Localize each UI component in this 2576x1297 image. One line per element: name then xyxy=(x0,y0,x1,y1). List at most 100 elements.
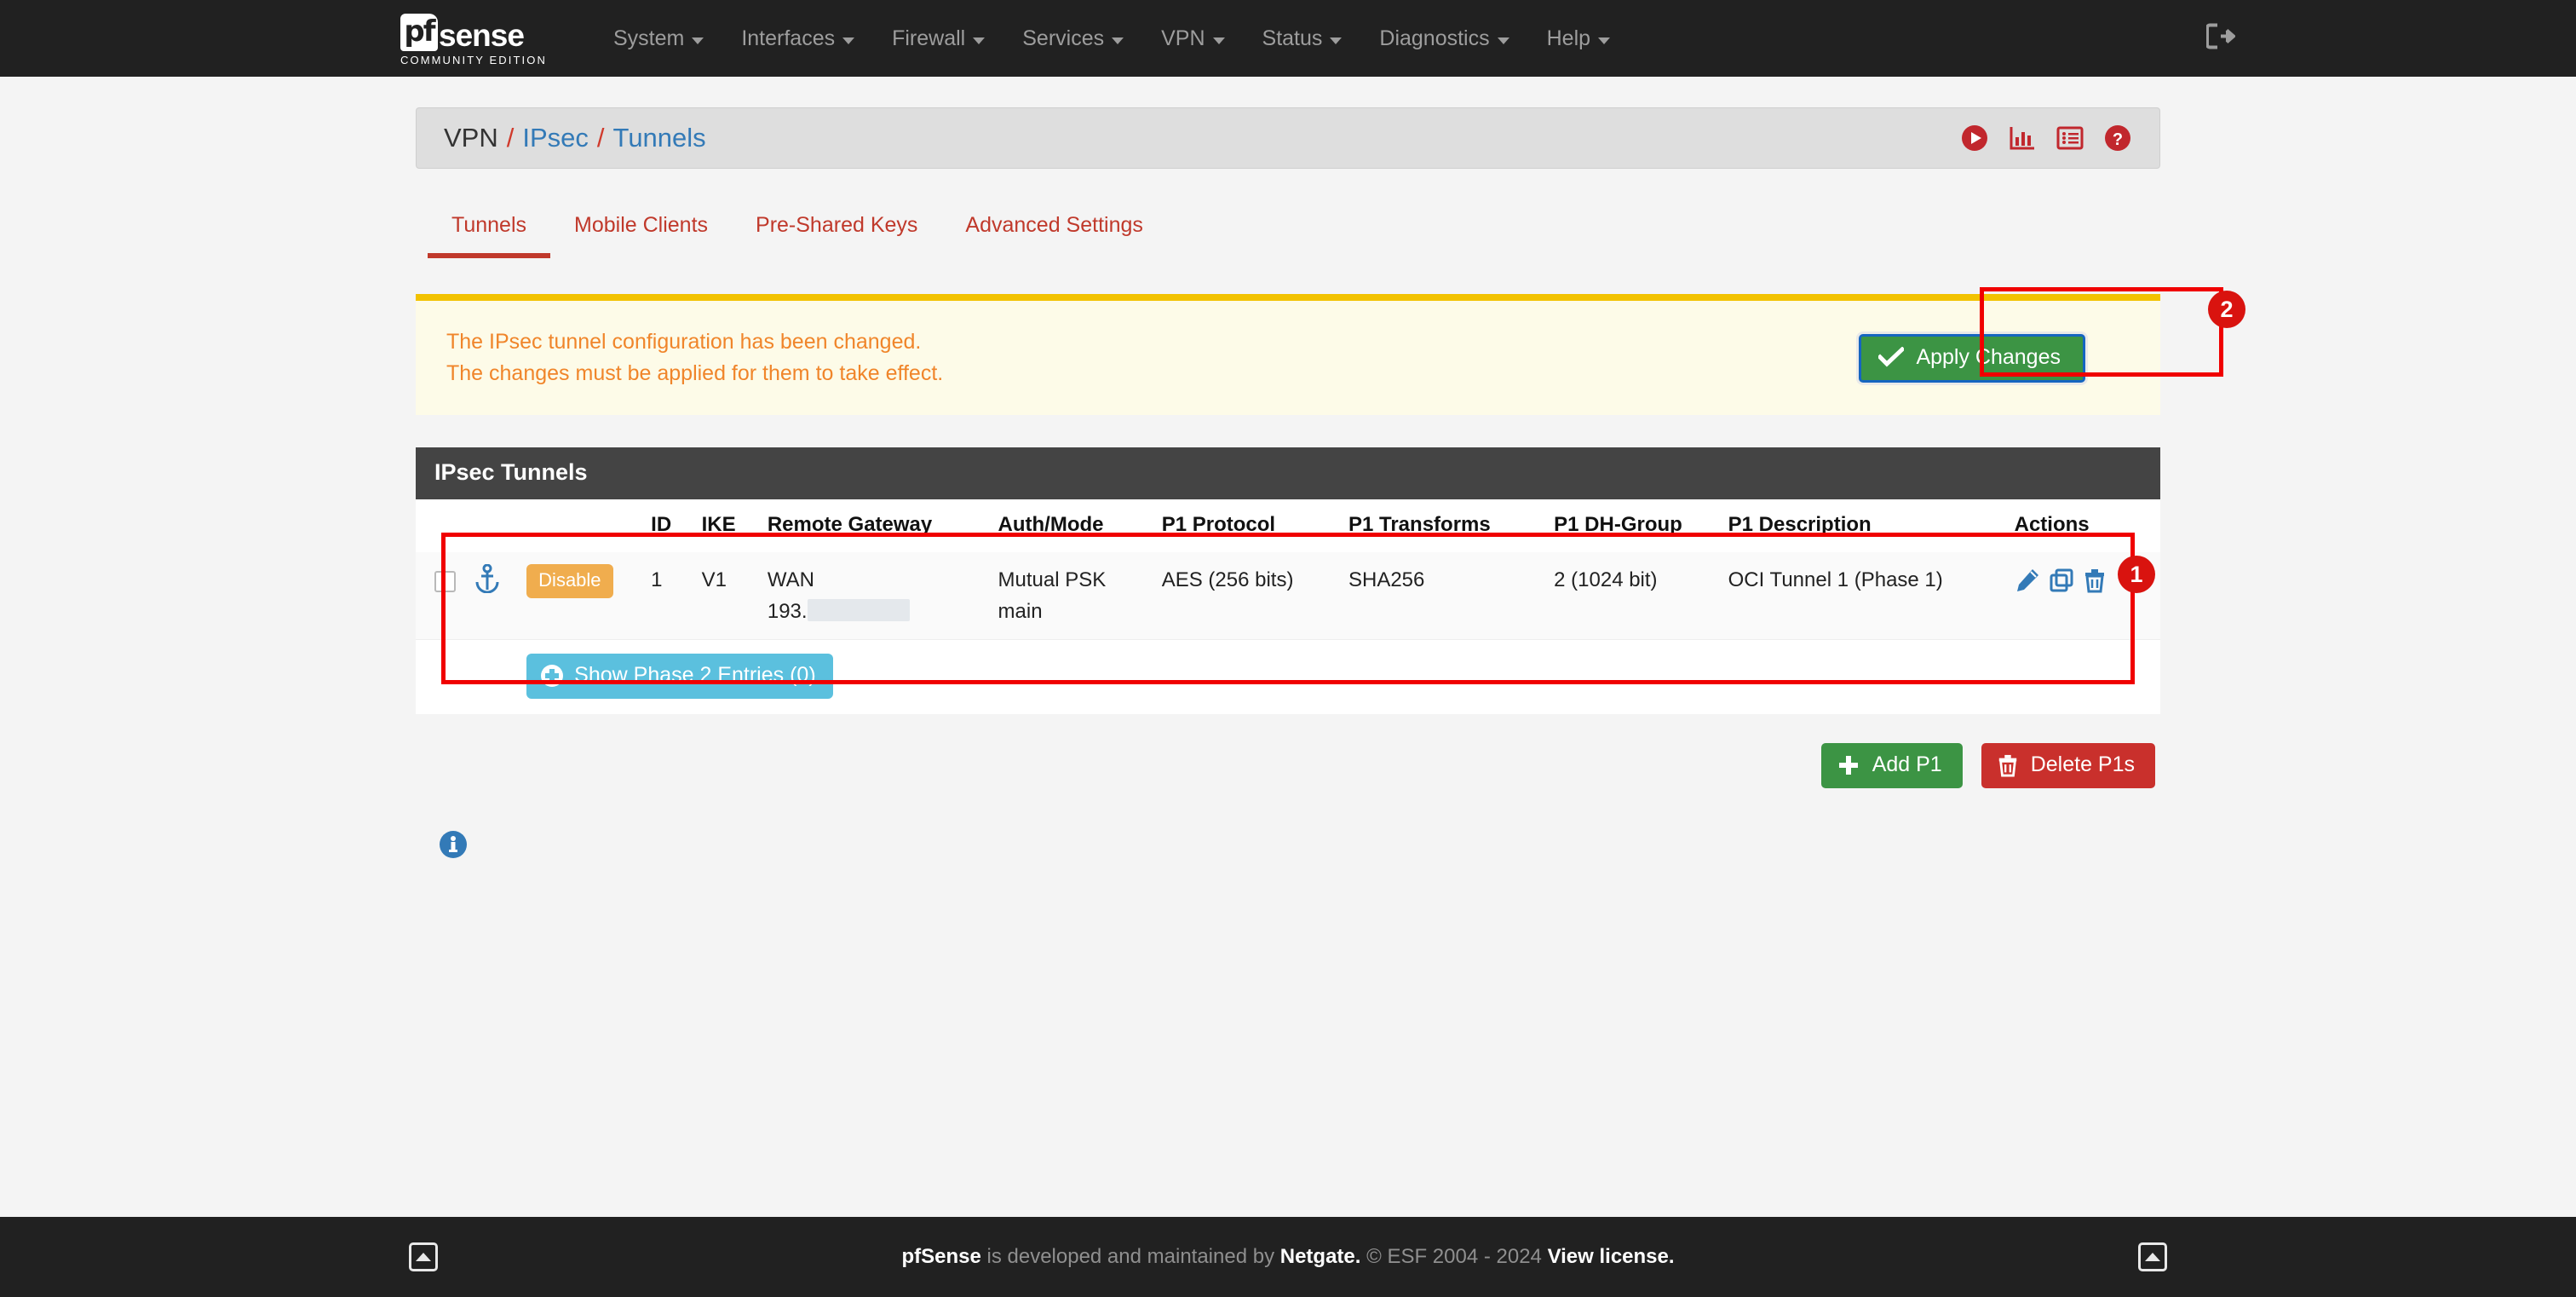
play-circle-icon[interactable] xyxy=(1960,124,1989,153)
tab-advanced-settings[interactable]: Advanced Settings xyxy=(941,205,1166,258)
delete-trash-icon[interactable] xyxy=(2083,568,2107,593)
nav-label: VPN xyxy=(1161,26,1205,50)
panel-title: IPsec Tunnels xyxy=(416,447,2160,499)
footer-mid: is developed and maintained by xyxy=(980,1245,1280,1268)
nav-label: Status xyxy=(1262,26,1323,50)
nav-item-vpn[interactable]: VPN xyxy=(1142,0,1243,77)
row-p1-dh-group-cell: 2 (1024 bit) xyxy=(1545,552,1720,640)
nav-item-interfaces[interactable]: Interfaces xyxy=(722,0,873,77)
nav-menu: System Interfaces Firewall Services VPN … xyxy=(595,0,1629,77)
plus-circle-icon xyxy=(541,664,564,687)
nav-item-help[interactable]: Help xyxy=(1528,0,1629,77)
footer-license-link[interactable]: View license. xyxy=(1548,1245,1675,1268)
nav-label: Help xyxy=(1546,26,1591,50)
check-icon xyxy=(1878,347,1905,367)
chevron-down-icon xyxy=(1212,37,1225,44)
row-anchor-cell xyxy=(464,552,519,640)
apply-changes-button[interactable]: Apply Changes xyxy=(1859,333,2085,383)
nav-label: Interfaces xyxy=(741,26,836,50)
col-header-anchor xyxy=(464,499,519,552)
bar-chart-icon[interactable] xyxy=(2008,124,2037,153)
breadcrumb: VPN / IPsec / Tunnels xyxy=(444,123,706,153)
table-row: Disable 1 V1 WAN 193. Mutual PSK main AE… xyxy=(416,552,2160,640)
col-header-p1-dh-group: P1 DH-Group xyxy=(1545,499,1720,552)
nav-label: Firewall xyxy=(892,26,966,50)
table-head: ID IKE Remote Gateway Auth/Mode P1 Proto… xyxy=(416,499,2160,552)
breadcrumb-tunnels[interactable]: Tunnels xyxy=(613,123,706,153)
header-icon-group: ? xyxy=(1960,124,2132,153)
brand-subtitle: COMMUNITY EDITION xyxy=(400,54,547,66)
scroll-top-icon[interactable] xyxy=(2138,1242,2167,1271)
pfsense-logo-word: sense xyxy=(439,18,525,53)
triangle-up-glyph xyxy=(416,1253,431,1261)
add-p1-button[interactable]: Add P1 xyxy=(1820,743,1963,788)
delete-p1s-button[interactable]: Delete P1s xyxy=(1981,743,2155,788)
ipsec-tunnels-table: ID IKE Remote Gateway Auth/Mode P1 Proto… xyxy=(416,499,2160,714)
nav-item-firewall[interactable]: Firewall xyxy=(873,0,1003,77)
nav-label: Services xyxy=(1022,26,1105,50)
top-navbar: pf sense COMMUNITY EDITION System Interf… xyxy=(0,0,2576,77)
nav-item-status[interactable]: Status xyxy=(1244,0,1361,77)
edit-pencil-icon[interactable] xyxy=(2015,568,2040,593)
show-phase2-entries-button[interactable]: Show Phase 2 Entries (0) xyxy=(526,654,833,699)
phase2-spacer-cell xyxy=(416,639,465,714)
gateway-interface: WAN xyxy=(767,568,814,591)
row-p1-transforms-cell: SHA256 xyxy=(1339,552,1546,640)
phase2-button-cell: Show Phase 2 Entries (0) xyxy=(518,639,2160,714)
row-status-cell: Disable xyxy=(518,552,643,640)
collapse-panel-icon[interactable] xyxy=(409,1242,438,1271)
row-select-checkbox[interactable] xyxy=(434,571,456,592)
page-header: VPN / IPsec / Tunnels ? xyxy=(416,107,2160,169)
gateway-address-text: 193. xyxy=(767,600,808,623)
tab-pre-shared-keys[interactable]: Pre-Shared Keys xyxy=(732,205,941,258)
help-circle-icon[interactable]: ? xyxy=(2103,124,2132,153)
row-ike-cell: V1 xyxy=(693,552,759,640)
col-header-select xyxy=(416,499,465,552)
auth-type: Mutual PSK xyxy=(998,568,1107,591)
annotation-badge-2: 2 xyxy=(2208,291,2245,328)
row-actions-cell xyxy=(2005,552,2160,640)
row-gateway-cell: WAN 193. xyxy=(758,552,990,640)
col-header-ike: IKE xyxy=(693,499,759,552)
info-circle-icon[interactable] xyxy=(438,829,469,860)
chevron-down-icon xyxy=(1330,37,1343,44)
sign-out-icon[interactable] xyxy=(2205,23,2237,54)
col-header-p1-description: P1 Description xyxy=(1719,499,2006,552)
col-header-actions: Actions xyxy=(2005,499,2160,552)
chevron-down-icon xyxy=(842,37,855,44)
gateway-address-redaction xyxy=(807,599,910,621)
tab-mobile-clients[interactable]: Mobile Clients xyxy=(550,205,732,258)
alert-message: The IPsec tunnel configuration has been … xyxy=(446,326,943,389)
alert-region: The IPsec tunnel configuration has been … xyxy=(416,287,2245,415)
breadcrumb-ipsec[interactable]: IPsec xyxy=(522,123,589,153)
chevron-down-icon xyxy=(1497,37,1509,44)
auth-mode: main xyxy=(998,600,1043,623)
row-select-cell xyxy=(416,552,465,640)
table-action-buttons: Add P1 Delete P1s xyxy=(416,743,2160,788)
trash-icon xyxy=(1998,754,2016,776)
alert-line-2: The changes must be applied for them to … xyxy=(446,361,944,385)
nav-item-diagnostics[interactable]: Diagnostics xyxy=(1360,0,1527,77)
nav-item-system[interactable]: System xyxy=(595,0,722,77)
footer-credits: pfSense is developed and maintained by N… xyxy=(438,1245,2138,1269)
col-header-status xyxy=(518,499,643,552)
page-footer: pfSense is developed and maintained by N… xyxy=(0,1217,2576,1297)
nav-item-services[interactable]: Services xyxy=(1003,0,1142,77)
col-header-remote-gateway: Remote Gateway xyxy=(758,499,990,552)
page-container: VPN / IPsec / Tunnels ? Tunnels Mobile C… xyxy=(416,77,2245,864)
anchor-icon[interactable] xyxy=(474,563,501,594)
disable-toggle-badge[interactable]: Disable xyxy=(526,564,613,598)
breadcrumb-separator: / xyxy=(596,123,605,153)
col-header-p1-protocol: P1 Protocol xyxy=(1153,499,1340,552)
copy-icon[interactable] xyxy=(2049,568,2074,593)
logs-list-icon[interactable] xyxy=(2056,124,2084,153)
col-header-p1-transforms: P1 Transforms xyxy=(1339,499,1546,552)
breadcrumb-root: VPN xyxy=(444,123,498,153)
config-changed-alert: The IPsec tunnel configuration has been … xyxy=(416,294,2160,415)
tab-tunnels[interactable]: Tunnels xyxy=(428,205,551,258)
chevron-down-icon xyxy=(973,37,986,44)
footer-brand: pfSense xyxy=(901,1245,981,1268)
footer-netgate: Netgate. xyxy=(1279,1245,1361,1268)
brand-logo[interactable]: pf sense COMMUNITY EDITION xyxy=(400,0,547,77)
delete-p1s-label: Delete P1s xyxy=(2030,752,2135,776)
